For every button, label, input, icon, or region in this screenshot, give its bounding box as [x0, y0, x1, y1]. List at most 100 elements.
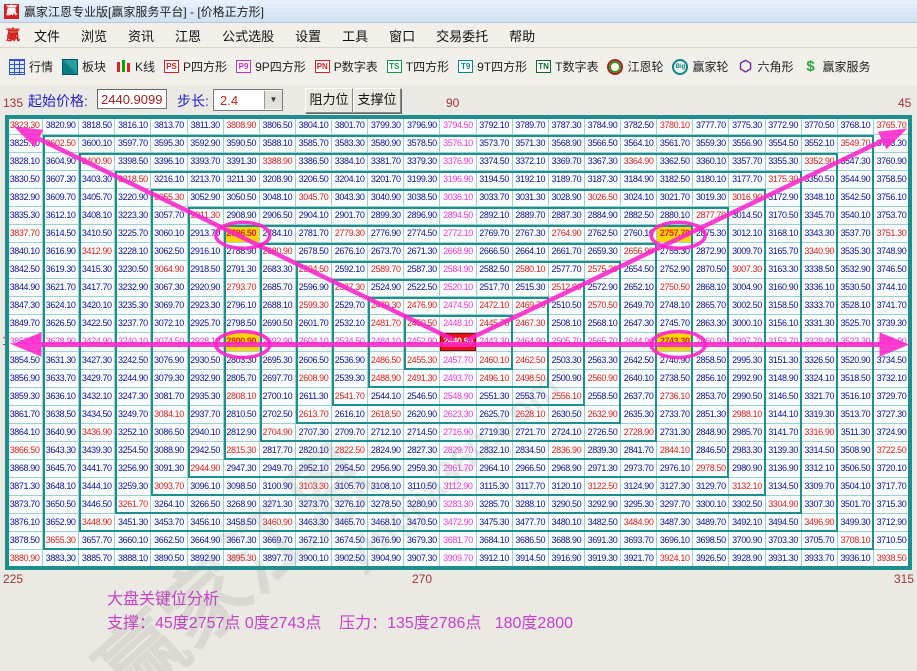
- grid-cell: 3033.70: [477, 189, 513, 207]
- grid-cell: 3436.90: [79, 424, 115, 442]
- grid-cell: 3890.50: [151, 550, 187, 568]
- toolbar-button[interactable]: TST四方形: [387, 58, 449, 75]
- grid-cell: 3496.90: [802, 514, 838, 532]
- grid-cell: 3352.90: [802, 153, 838, 171]
- toolbar-button-label: K线: [135, 58, 155, 75]
- grid-cell: 2618.50: [368, 406, 404, 424]
- support-button[interactable]: 支撑位: [353, 88, 401, 113]
- grid-cell: 2786.50: [224, 225, 260, 243]
- grid-cell: 2654.50: [621, 261, 657, 279]
- p9-badge-icon: P9: [236, 60, 251, 73]
- grid-cell: 2899.30: [368, 207, 404, 225]
- ts-badge-icon: TS: [387, 60, 402, 73]
- grid-cell: 3480.10: [549, 514, 585, 532]
- grid-cell: 2640.10: [621, 370, 657, 388]
- grid-cell: 2872.90: [693, 243, 729, 261]
- menu-item[interactable]: 窗口: [389, 26, 415, 45]
- grid-cell: 2834.50: [513, 442, 549, 460]
- grid-cell: 2450.50: [404, 315, 440, 333]
- grid-cell: 3088.90: [151, 442, 187, 460]
- menu-item[interactable]: 公式选股: [222, 26, 274, 45]
- toolbar-button[interactable]: 江恩轮: [607, 58, 663, 75]
- grid-cell: 3024.10: [621, 189, 657, 207]
- menu-item[interactable]: 文件: [34, 26, 60, 45]
- toolbar-button[interactable]: PSP四方形: [164, 58, 227, 75]
- grid-cell: 3650.50: [43, 496, 79, 514]
- menu-item[interactable]: 设置: [295, 26, 321, 45]
- grid-cell: 2985.70: [729, 424, 765, 442]
- grid-cell: 3758.50: [874, 171, 910, 189]
- grid-cell: 3432.10: [79, 388, 115, 406]
- grid-cell: 3278.50: [368, 496, 404, 514]
- grid-cell: 3468.10: [368, 514, 404, 532]
- t9-badge-icon: T9: [458, 60, 473, 73]
- grid-cell: 3427.30: [79, 352, 115, 370]
- grid-cell: 3631.30: [43, 352, 79, 370]
- toolbar-button[interactable]: 板块: [62, 58, 106, 75]
- grid-cell: 3362.50: [657, 153, 693, 171]
- grid-cell: 3770.50: [802, 117, 838, 135]
- grid-cell: 3204.10: [332, 171, 368, 189]
- grid-cell: 2510.50: [549, 297, 585, 315]
- toolbar-button[interactable]: P99P四方形: [236, 58, 306, 75]
- grid-cell: 3348.10: [802, 189, 838, 207]
- grid-cell: 3592.90: [188, 135, 224, 153]
- toolbar-button[interactable]: ⬡六角形: [738, 58, 794, 75]
- grid-cell: 3871.30: [7, 478, 43, 496]
- grid-cell: 3182.50: [657, 171, 693, 189]
- grid-cell: 3012.10: [729, 225, 765, 243]
- grid-cell: 2570.50: [585, 297, 621, 315]
- grid-cell: 3938.50: [874, 550, 910, 568]
- grid-cell: 3458.50: [224, 514, 260, 532]
- grid-cell: 3350.50: [802, 171, 838, 189]
- grid-cell: 2738.50: [657, 370, 693, 388]
- grid-cell: 3192.10: [513, 171, 549, 189]
- menu-item[interactable]: 工具: [342, 26, 368, 45]
- grid-cell: 2733.70: [657, 406, 693, 424]
- toolbar-button[interactable]: $赢家服务: [803, 58, 871, 75]
- grid-cell: 2491.30: [404, 370, 440, 388]
- grid-cell: 2496.10: [477, 370, 513, 388]
- grid-cell: 3928.90: [729, 550, 765, 568]
- menu-item[interactable]: 帮助: [509, 26, 535, 45]
- grid-cell: 3158.50: [766, 297, 802, 315]
- market-grid-icon: [9, 59, 25, 75]
- grid-cell: 3717.70: [874, 478, 910, 496]
- grid-cell: 2527.30: [332, 279, 368, 297]
- grid-cell: 3007.30: [729, 261, 765, 279]
- grid-cell: 2798.50: [224, 315, 260, 333]
- grid-cell: 2553.70: [513, 388, 549, 406]
- grid-cell: 3852.10: [7, 333, 43, 351]
- grid-cell: 3196.90: [440, 171, 476, 189]
- step-dropdown[interactable]: 2.4 ▼: [213, 89, 283, 111]
- grid-cell: 2925.70: [188, 315, 224, 333]
- start-price-input[interactable]: [97, 89, 167, 109]
- grid-cell: 3376.90: [440, 153, 476, 171]
- grid-center-cell: 2440.90: [440, 333, 476, 351]
- menu-item[interactable]: 浏览: [81, 26, 107, 45]
- toolbar-button[interactable]: T99T四方形: [458, 58, 527, 75]
- menu-item[interactable]: 资讯: [128, 26, 154, 45]
- toolbar-button[interactable]: TNT数字表: [536, 58, 598, 75]
- grid-cell: 2685.70: [260, 279, 296, 297]
- grid-cell: 3616.90: [43, 243, 79, 261]
- menu-item[interactable]: 江恩: [175, 26, 201, 45]
- grid-cell: 3684.10: [477, 532, 513, 550]
- grid-cell: 3859.30: [7, 388, 43, 406]
- toolbar-button[interactable]: K线: [115, 58, 155, 75]
- toolbar-button[interactable]: Big赢家轮: [672, 58, 728, 75]
- grid-cell: 2928.10: [188, 333, 224, 351]
- grid-cell: 3331.30: [802, 315, 838, 333]
- grid-cell: 3808.90: [224, 117, 260, 135]
- grid-cell: 2637.70: [621, 388, 657, 406]
- grid-cell: 2532.10: [332, 315, 368, 333]
- menu-item[interactable]: 交易委托: [436, 26, 488, 45]
- toolbar-button[interactable]: 行情: [9, 58, 53, 75]
- tn-badge-icon: TN: [536, 60, 551, 73]
- toolbar-button[interactable]: PNP数字表: [315, 58, 378, 75]
- grid-cell: 3763.30: [874, 135, 910, 153]
- resistance-button[interactable]: 阻力位: [305, 88, 353, 113]
- grid-cell: 2556.10: [549, 388, 585, 406]
- dropdown-arrow-icon[interactable]: ▼: [264, 91, 282, 109]
- price-grid: 3823.303820.903818.503816.103813.703811.…: [7, 117, 910, 568]
